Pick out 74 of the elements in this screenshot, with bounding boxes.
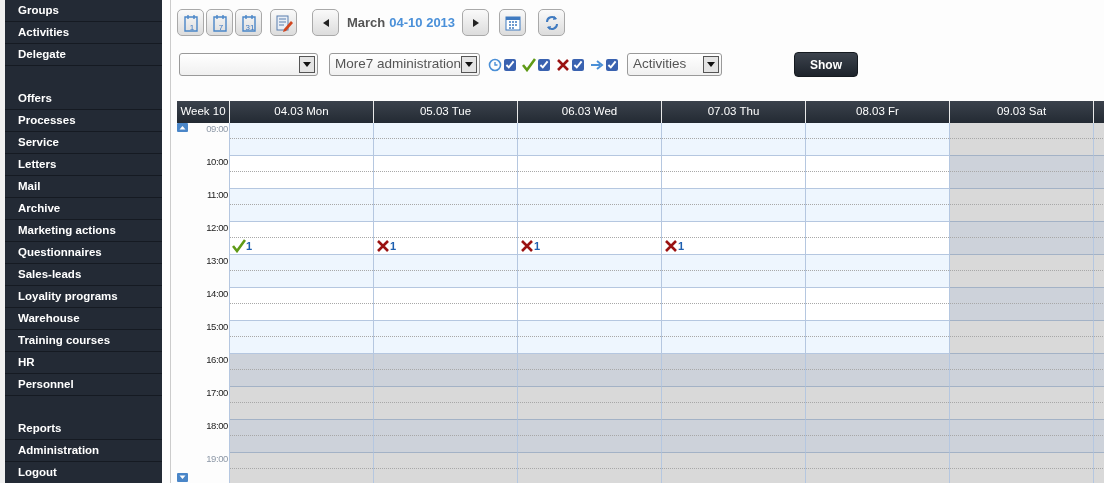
arrow-icon — [590, 57, 604, 72]
sidebar-item[interactable]: HR — [5, 352, 162, 374]
sidebar-item[interactable]: Mail — [5, 176, 162, 198]
event-count: 1 — [534, 238, 541, 254]
caret-icon — [465, 62, 474, 67]
column-header: 05.03 Tue — [374, 101, 518, 123]
caret-icon — [707, 62, 715, 67]
sidebar-item[interactable]: Archive — [5, 198, 162, 220]
time-label: 15:00 — [205, 321, 229, 332]
edit-button[interactable] — [270, 9, 297, 36]
time-label: 18:00 — [205, 420, 229, 431]
time-label: 11:00 — [205, 189, 229, 200]
right-triangle-icon — [470, 17, 481, 28]
column-header: Week 10 — [177, 101, 230, 123]
sidebar-item[interactable]: Offers — [5, 88, 162, 110]
sidebar-item[interactable]: Logout — [5, 462, 162, 483]
clock-icon — [488, 57, 502, 72]
cross-icon — [376, 238, 390, 253]
refresh-icon — [543, 14, 560, 31]
sidebar-item[interactable]: Loyality programs — [5, 286, 162, 308]
sidebar-item[interactable]: Questionnaires — [5, 242, 162, 264]
column-header: 07.03 Thu — [662, 101, 806, 123]
date-range: 04-10 2013 — [389, 13, 456, 32]
sidebar-item[interactable]: Warehouse — [5, 308, 162, 330]
sidebar-item[interactable]: Personnel — [5, 374, 162, 396]
sidebar-item[interactable]: Service — [5, 132, 162, 154]
cross-icon — [520, 238, 534, 253]
time-label: 14:00 — [205, 288, 229, 299]
sidebar-item[interactable]: Letters — [5, 154, 162, 176]
scroll-up-icon — [177, 123, 188, 132]
column-header: 08.03 Fr — [806, 101, 950, 123]
dropdown[interactable]: More7 administration — [329, 53, 480, 76]
checkbox[interactable] — [606, 58, 618, 71]
checkbox[interactable] — [538, 58, 550, 71]
time-label: 16:00 — [205, 354, 229, 365]
sidebar-item[interactable]: Groups — [5, 0, 162, 22]
time-label: 09:00 — [206, 123, 229, 134]
cross-icon — [664, 238, 678, 253]
calendar-icon — [504, 14, 521, 31]
dropdown[interactable]: Activities — [627, 53, 722, 76]
column-header: 06.03 Wed — [518, 101, 662, 123]
time-label: 13:00 — [205, 255, 229, 266]
previous-button[interactable] — [312, 9, 339, 36]
calendar-button[interactable] — [499, 9, 527, 36]
sidebar-item[interactable]: Delegate — [5, 44, 162, 66]
event-count: 1 — [246, 238, 253, 254]
scroll-down-icon — [177, 473, 188, 482]
check-icon — [232, 238, 246, 253]
sidebar-item[interactable]: Activities — [5, 22, 162, 44]
notepad-pencil-icon — [274, 13, 293, 32]
checkbox[interactable] — [572, 58, 584, 71]
column-header: 04.03 Mon — [230, 101, 374, 123]
caret-icon — [303, 62, 311, 67]
next-button[interactable] — [462, 9, 490, 36]
time-label: 19:00 — [205, 453, 229, 464]
sidebar-item[interactable]: Sales-leads — [5, 264, 162, 286]
event-count: 1 — [678, 238, 685, 254]
dropdown[interactable] — [179, 53, 318, 76]
sidebar-item[interactable]: Administration — [5, 440, 162, 462]
sidebar-item[interactable]: Reports — [5, 418, 162, 440]
refresh-button[interactable] — [538, 9, 566, 36]
month-label: March — [347, 13, 386, 32]
column-header: 09.03 Sat — [950, 101, 1094, 123]
check-icon — [522, 57, 536, 72]
cross-icon — [556, 57, 570, 72]
sidebar-item[interactable]: Marketing actions — [5, 220, 162, 242]
time-label: 17:00 — [205, 387, 229, 398]
show-button[interactable]: Show — [794, 52, 858, 77]
time-label: 12:00 — [205, 222, 229, 233]
sidebar-item[interactable]: Training courses — [5, 330, 162, 352]
checkbox[interactable] — [504, 58, 516, 71]
sidebar-item[interactable]: Processes — [5, 110, 162, 132]
time-label: 10:00 — [205, 156, 229, 167]
event-count: 1 — [390, 238, 397, 254]
